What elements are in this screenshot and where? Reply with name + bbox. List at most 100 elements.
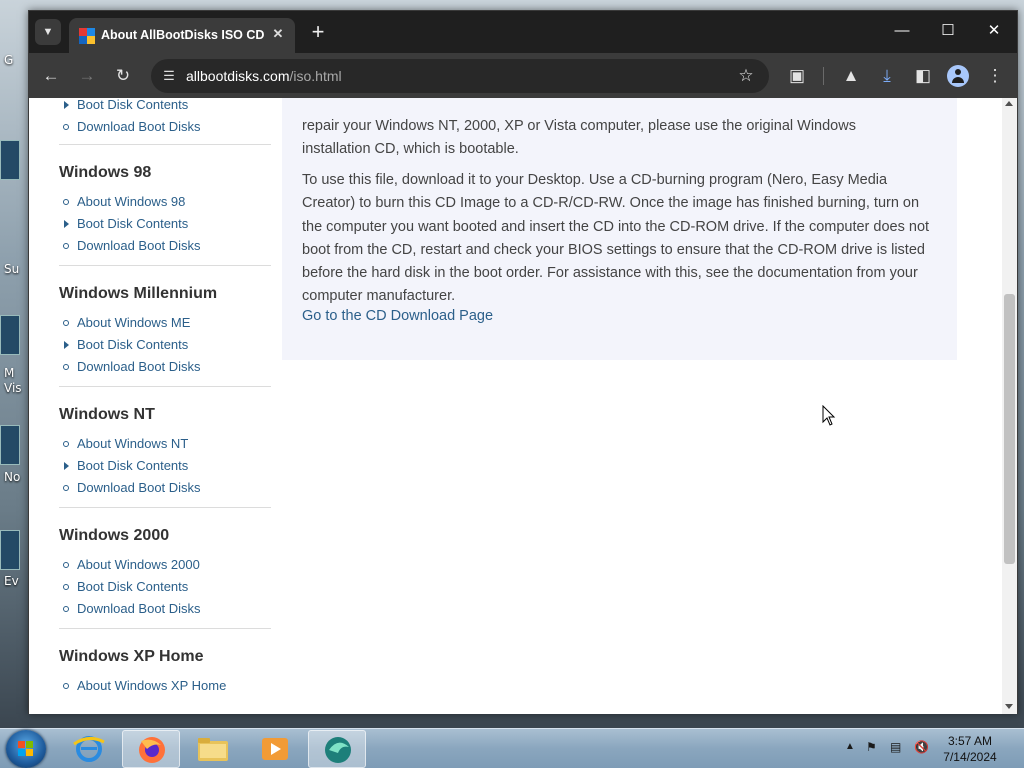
maximize-icon: ☐ (941, 22, 955, 39)
sidebar-link[interactable]: Boot Disk Contents (59, 455, 271, 477)
taskbar-firefox[interactable] (122, 730, 180, 768)
circle-bullet-icon (63, 199, 69, 205)
taskbar-internet-explorer[interactable] (60, 730, 118, 768)
tab-strip: ▼ About AllBootDisks ISO CD Im ✕ + — ☐ ✕ (29, 11, 1017, 53)
sidebar-link[interactable]: Download Boot Disks (59, 477, 271, 499)
desktop-icon[interactable] (0, 425, 20, 465)
paragraph-line: installation CD, which is bootable. (302, 141, 519, 158)
start-button[interactable] (6, 730, 46, 768)
circle-bullet-icon (63, 124, 69, 130)
action-center-flag-icon[interactable]: ⚑ (866, 740, 877, 754)
taskbar-app-active[interactable] (308, 730, 366, 768)
folder-icon (198, 738, 228, 761)
labs-button[interactable]: ▲ (837, 62, 865, 90)
new-tab-button[interactable]: + (305, 20, 331, 46)
sidebar-link-label: About Windows ME (77, 315, 191, 330)
scroll-up-icon[interactable] (1005, 101, 1013, 106)
sidebar-link[interactable]: Download Boot Disks (59, 116, 271, 138)
desktop-icon-label[interactable]: Su (4, 262, 19, 276)
desktop-icon[interactable] (0, 315, 20, 355)
sidebar-link[interactable]: About Windows NT (59, 433, 271, 455)
address-bar[interactable]: ☰ allbootdisks.com/iso.html ☆ (151, 59, 769, 93)
sidebar-link-label: Download Boot Disks (77, 119, 201, 134)
sidebar-link-label: Boot Disk Contents (77, 579, 189, 594)
sidebar-link[interactable]: Boot Disk Contents (59, 213, 271, 235)
sidebar-link-label: About Windows 98 (77, 194, 186, 209)
show-hidden-icons-button[interactable]: ▲ (845, 741, 855, 752)
triangle-bullet-icon (64, 101, 69, 109)
maximize-button[interactable]: ☐ (925, 11, 971, 51)
sidebar-link[interactable]: Download Boot Disks (59, 235, 271, 257)
site-info-icon[interactable]: ☰ (160, 67, 178, 85)
sidebar-link[interactable]: Boot Disk Contents (59, 334, 271, 356)
sidebar-link-label: About Windows 2000 (77, 557, 200, 572)
desktop-icon-label[interactable]: G (4, 53, 13, 67)
forward-button[interactable]: → (73, 62, 101, 90)
sidebar-link[interactable]: About Windows 98 (59, 191, 271, 213)
site-favicon-icon (79, 28, 95, 44)
firefox-icon (139, 737, 165, 763)
taskbar: ▲ ⚑ ▤ 🔇 3:57 AM 7/14/2024 (0, 728, 1024, 768)
page-scrollbar[interactable] (1002, 98, 1017, 714)
sidebar-link-label: Download Boot Disks (77, 480, 201, 495)
sidebar-link-label: Boot Disk Contents (77, 337, 189, 352)
minimize-button[interactable]: — (879, 11, 925, 51)
taskbar-media-player[interactable] (246, 730, 304, 768)
sidebar-link-label: Download Boot Disks (77, 359, 201, 374)
sidebar-link[interactable]: Download Boot Disks (59, 598, 271, 620)
close-tab-icon[interactable]: ✕ (269, 25, 287, 43)
desktop-icon-label[interactable]: M (4, 366, 14, 380)
circle-bullet-icon (63, 320, 69, 326)
sidebar-link[interactable]: About Windows XP Home (59, 675, 271, 697)
sidebar-link-label: Download Boot Disks (77, 601, 201, 616)
chevron-down-icon: ▼ (42, 26, 54, 38)
circle-bullet-icon (63, 243, 69, 249)
section-heading: Windows XP Home (59, 648, 204, 665)
volume-muted-icon[interactable]: 🔇 (914, 740, 929, 754)
desktop-icon-label[interactable]: Ev (4, 574, 19, 588)
sidebar-link[interactable]: About Windows ME (59, 312, 271, 334)
paragraph-line: repair your Windows NT, 2000, XP or Vist… (302, 118, 856, 134)
extensions-button[interactable]: ▣ (783, 62, 811, 90)
downloads-button[interactable]: ⤓ (873, 62, 901, 90)
sidebar-link-label: Boot Disk Contents (77, 458, 189, 473)
tab-search-button[interactable]: ▼ (35, 19, 61, 45)
side-panel-button[interactable]: ◧ (909, 62, 937, 90)
desktop-icon-label[interactable]: No (4, 470, 20, 484)
system-clock[interactable]: 3:57 AM 7/14/2024 (936, 733, 1004, 765)
bookmark-star-icon[interactable]: ☆ (735, 65, 757, 87)
triangle-bullet-icon (64, 220, 69, 228)
sidebar-link[interactable]: Download Boot Disks (59, 356, 271, 378)
scrollbar-thumb[interactable] (1004, 294, 1015, 564)
minimize-icon: — (894, 22, 910, 39)
section-heading: Windows 98 (59, 164, 152, 181)
back-button[interactable]: ← (37, 62, 65, 90)
desktop-icon[interactable] (0, 140, 20, 180)
tab-active[interactable]: About AllBootDisks ISO CD Im ✕ (69, 18, 295, 53)
menu-button[interactable]: ⋮ (981, 62, 1009, 90)
circle-bullet-icon (63, 683, 69, 689)
arrow-left-icon: ← (42, 66, 60, 85)
sidebar-section-partial: Boot Disk Contents Download Boot Disks (59, 98, 271, 145)
tab-title: About AllBootDisks ISO CD Im (101, 28, 266, 42)
sidebar-link[interactable]: Boot Disk Contents (59, 576, 271, 598)
section-heading: Windows 2000 (59, 527, 170, 544)
side-panel-icon: ◧ (914, 66, 932, 85)
sidebar-link[interactable]: About Windows 2000 (59, 554, 271, 576)
profile-avatar-icon[interactable] (947, 65, 969, 87)
cd-download-link[interactable]: Go to the CD Download Page (302, 308, 493, 324)
taskbar-file-explorer[interactable] (184, 730, 242, 768)
desktop-icon[interactable] (0, 530, 20, 570)
reload-icon: ↻ (115, 66, 131, 85)
desktop-icon-label[interactable]: Vis (4, 381, 22, 395)
reload-button[interactable]: ↻ (109, 62, 137, 90)
network-icon[interactable]: ▤ (890, 740, 901, 754)
main-content-box: repair your Windows NT, 2000, XP or Vist… (282, 98, 957, 360)
browser-toolbar: ← → ↻ ☰ allbootdisks.com/iso.html ☆ ▣ ▲ … (29, 53, 1017, 98)
close-window-button[interactable]: ✕ (971, 11, 1017, 51)
sidebar-link[interactable]: Boot Disk Contents (59, 98, 271, 116)
scroll-down-icon[interactable] (1005, 704, 1013, 709)
media-player-icon (262, 738, 288, 760)
url-text[interactable]: allbootdisks.com/iso.html (186, 68, 342, 84)
sidebar-link-label: Boot Disk Contents (77, 216, 189, 231)
